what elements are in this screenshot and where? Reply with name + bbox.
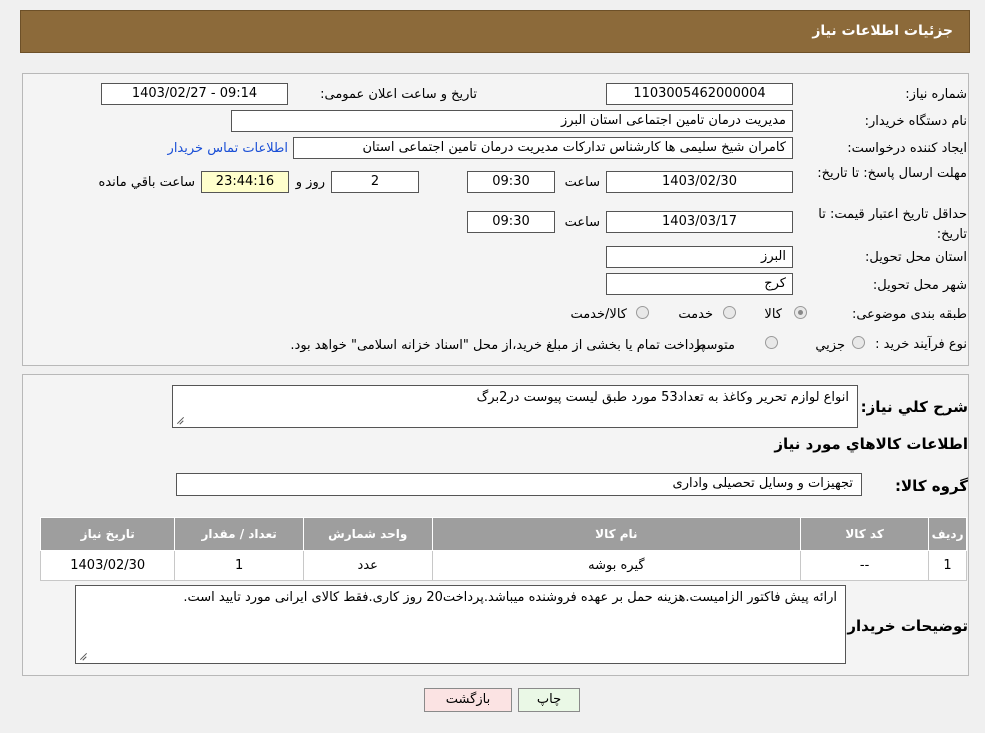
remaining-label: ساعت باقي مانده xyxy=(98,175,195,190)
need-desc-label: شرح كلي نياز: xyxy=(860,398,968,416)
goods-table: ردیف کد کالا نام کالا واحد شمارش تعداد /… xyxy=(39,517,967,581)
buyer-contact-link[interactable]: اطلاعات تماس خریدار xyxy=(168,141,288,156)
response-deadline-label: مهلت ارسال پاسخ: تا تاریخ: xyxy=(817,166,967,181)
table-row: 1 -- گیره بوشه عدد 1 1403/02/30 xyxy=(39,550,967,581)
category-radio-service[interactable] xyxy=(723,306,736,319)
category-radio-goods[interactable] xyxy=(794,306,807,319)
day-and-label: روز و xyxy=(295,175,325,190)
page-title: جزئیات اطلاعات نیاز xyxy=(812,23,953,39)
col-qty-header: تعداد / مقدار xyxy=(174,517,304,551)
requester-field: کامران شیخ سلیمی ها کارشناس تدارکات مدیر… xyxy=(293,137,793,159)
validity-date-field: 1403/03/17 xyxy=(606,211,793,233)
cell-row: 1 xyxy=(928,550,967,581)
remaining-time-field: 23:44:16 xyxy=(201,171,289,193)
cell-qty: 1 xyxy=(174,550,304,581)
announce-datetime-field: 1403/02/27 - 09:14 xyxy=(101,83,288,105)
cell-code: -- xyxy=(800,550,930,581)
cell-name: گیره بوشه xyxy=(431,550,802,581)
col-date-header: تاریخ نیاز xyxy=(39,517,176,551)
city-field: کرج xyxy=(606,273,793,295)
purchase-radio-medium[interactable] xyxy=(765,336,778,349)
page-header: جزئیات اطلاعات نیاز xyxy=(20,10,970,53)
category-goods-label: کالا xyxy=(764,307,782,322)
buyer-org-label: نام دستگاه خریدار: xyxy=(864,114,967,129)
province-field: البرز xyxy=(606,246,793,268)
requester-label: ایجاد کننده درخواست: xyxy=(847,141,967,156)
purchase-type-label: نوع فرآیند خرید : xyxy=(875,337,967,352)
validity-time-field: 09:30 xyxy=(467,211,555,233)
cell-date: 1403/02/30 xyxy=(39,550,176,581)
category-label: طبقه بندی موضوعی: xyxy=(851,307,967,322)
col-name-header: نام کالا xyxy=(431,517,802,551)
price-validity-label: حداقل تاریخ اعتبار قیمت: تا تاریخ: xyxy=(818,207,967,242)
buyer-org-field: مدیریت درمان تامین اجتماعی استان البرز xyxy=(231,110,793,132)
need-number-label: شماره نیاز: xyxy=(905,87,967,102)
cell-unit: عدد xyxy=(302,550,433,581)
response-time-label: ساعت xyxy=(564,175,600,190)
category-goods-service-label: کالا/خدمت xyxy=(570,307,627,322)
back-button[interactable]: بازگشت xyxy=(424,688,512,712)
need-number-field: 1103005462000004 xyxy=(606,83,793,105)
purchase-minor-label: جزیي xyxy=(815,338,845,353)
response-date-field: 1403/02/30 xyxy=(606,171,793,193)
col-unit-header: واحد شمارش xyxy=(302,517,433,551)
goods-info-title: اطلاعات كالاهاي مورد نياز xyxy=(774,435,968,453)
purchase-note: پرداخت تمام یا بخشی از مبلغ خرید،از محل … xyxy=(290,338,705,353)
print-button[interactable]: چاپ xyxy=(518,688,580,712)
province-label: استان محل تحویل: xyxy=(865,250,967,265)
announce-datetime-label: تاریخ و ساعت اعلان عمومی: xyxy=(320,87,477,102)
resize-grip-icon[interactable] xyxy=(176,416,184,424)
col-code-header: کد کالا xyxy=(800,517,930,551)
goods-group-label: گروه کالا: xyxy=(895,477,968,495)
response-time-field: 09:30 xyxy=(467,171,555,193)
validity-time-label: ساعت xyxy=(564,215,600,230)
category-service-label: خدمت xyxy=(678,307,713,322)
resize-grip-icon[interactable] xyxy=(79,652,87,660)
city-label: شهر محل تحویل: xyxy=(872,278,967,293)
goods-table-header: ردیف کد کالا نام کالا واحد شمارش تعداد /… xyxy=(39,517,967,551)
days-field: 2 xyxy=(331,171,419,193)
purchase-radio-minor[interactable] xyxy=(852,336,865,349)
goods-group-field: تجهیزات و وسایل تحصیلی واداری xyxy=(176,473,862,496)
buyer-notes-label: توضیحات خریدار: xyxy=(841,617,968,635)
col-row-header: ردیف xyxy=(928,517,967,551)
need-desc-field: انواع لوازم تحریر وکاغذ به تعداد53 مورد … xyxy=(172,385,858,428)
category-radio-goods-service[interactable] xyxy=(636,306,649,319)
buyer-notes-field: ارائه پیش فاکتور الزامیست.هزینه حمل بر ع… xyxy=(75,585,846,664)
